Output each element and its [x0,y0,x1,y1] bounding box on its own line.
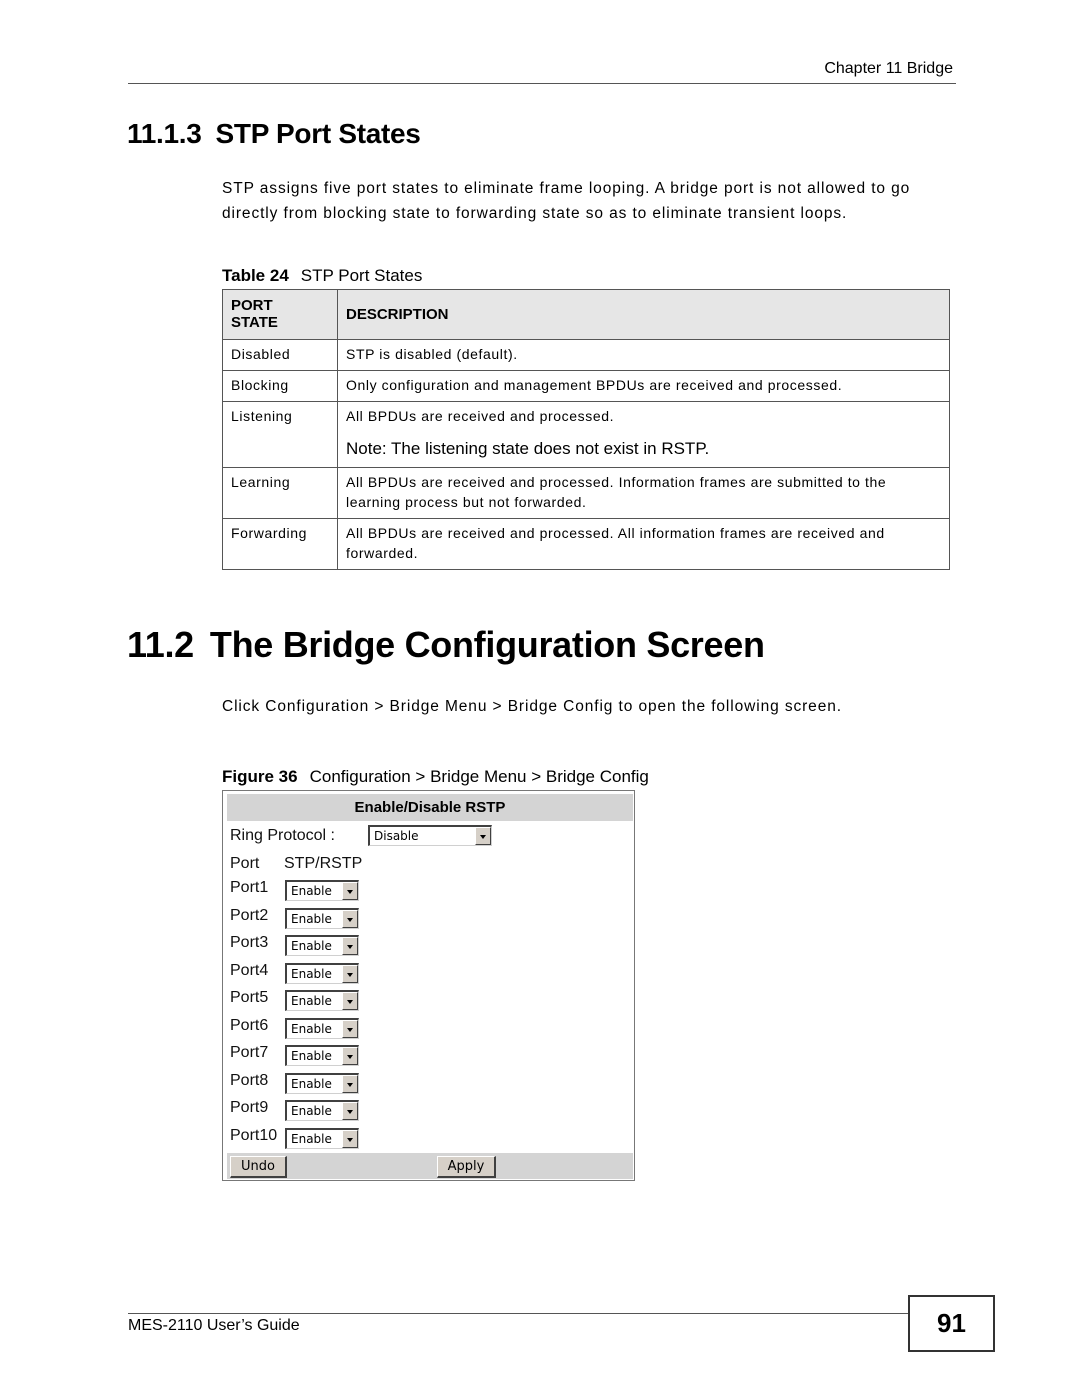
dropdown-arrow-icon[interactable] [342,882,358,900]
cell-state: Forwarding [222,518,338,570]
port-label: Port7 [230,1044,269,1061]
port-label: Port10 [230,1126,278,1144]
section-title: STP Port States [215,118,421,149]
cell-description: Only configuration and management BPDUs … [337,370,950,402]
port-label: Port3 [230,934,269,951]
port-label: Port8 [230,1071,269,1089]
ring-protocol-label: Ring Protocol : [230,827,335,844]
table-header-row: PORT STATE DESCRIPTION [222,289,950,340]
header-port-state-line2: STATE [231,314,278,331]
table-caption: Table 24 STP Port States [222,266,422,286]
port-stp-value: Enable [291,1104,332,1118]
port-stp-value: Enable [291,1049,332,1063]
ring-protocol-value: Disable [374,829,419,843]
port-stp-value: Enable [291,939,332,953]
port-stp-value: Enable [291,994,332,1008]
port-stp-select[interactable]: Enable [285,1100,359,1121]
table-caption-title: STP Port States [300,266,423,285]
footer-guide-title: MES-2110 User’s Guide [128,1317,300,1334]
port-label: Port2 [230,906,269,924]
port-stp-value: Enable [291,966,332,981]
table-caption-label: Table 24 [222,266,289,285]
port-label: Port9 [230,1099,269,1116]
section-heading-bridge-config: 11.2 The Bridge Configuration Screen [127,624,765,666]
header-port-state-line1: PORT [231,297,273,314]
port-stp-select[interactable]: Enable [285,880,359,901]
figure-caption: Figure 36 Configuration > Bridge Menu > B… [222,767,649,787]
cell-description: All BPDUs are received and processed. In… [337,467,950,519]
port-label: Port5 [230,989,269,1006]
column-port-label: Port [230,855,260,872]
dropdown-arrow-icon[interactable] [342,1074,358,1093]
table-row: Forwarding All BPDUs are received and pr… [222,518,950,570]
port-stp-value: Enable [291,1131,332,1146]
dropdown-arrow-icon[interactable] [342,964,358,983]
stp-port-states-table: PORT STATE DESCRIPTION Disabled STP is d… [222,289,950,570]
cell-description: STP is disabled (default). [337,339,950,371]
port-stp-value: Enable [291,1076,332,1091]
figure-caption-label: Figure 36 [222,767,298,786]
port-stp-select[interactable]: Enable [285,907,359,929]
port-stp-value: Enable [291,1021,332,1036]
page-number: 91 [908,1295,995,1352]
port-label: Port4 [230,961,269,979]
header-chapter: Chapter 11 Bridge [824,60,953,77]
port-stp-select[interactable]: Enable [285,962,359,984]
dropdown-arrow-icon[interactable] [342,937,358,955]
dropdown-arrow-icon[interactable] [342,1102,358,1120]
header-rule [128,83,956,84]
bridge-intro-paragraph: Click Configuration > Bridge Menu > Brid… [222,698,842,715]
dropdown-arrow-icon[interactable] [342,1129,358,1148]
table-row: Listening All BPDUs are received and pro… [222,401,950,468]
cell-description-text: All BPDUs are received and processed. [346,408,615,424]
stp-intro-paragraph: STP assigns five port states to eliminat… [222,180,911,222]
cell-state: Listening [222,401,338,468]
section-number: 11.1.3 [127,118,202,149]
listening-note: Note: The listening state does not exist… [346,439,710,458]
port-label: Port6 [230,1016,269,1034]
dropdown-arrow-icon[interactable] [475,827,491,845]
section-title: The Bridge Configuration Screen [209,624,765,665]
section-heading-stp-port-states: 11.1.3 STP Port States [127,118,421,150]
table-row: Blocking Only configuration and manageme… [222,370,950,402]
cell-description: All BPDUs are received and processed. No… [337,401,950,468]
panel-title: Enable/Disable RSTP [227,794,633,821]
port-stp-select[interactable]: Enable [285,1017,359,1039]
port-stp-select[interactable]: Enable [285,990,359,1011]
ring-protocol-select[interactable]: Disable [368,825,492,846]
cell-state: Learning [222,467,338,519]
figure-caption-title: Configuration > Bridge Menu > Bridge Con… [309,767,649,786]
footer-rule [128,1313,908,1314]
apply-button[interactable]: Apply [437,1156,496,1178]
table-row: Disabled STP is disabled (default). [222,339,950,371]
dropdown-arrow-icon[interactable] [342,909,358,928]
cell-state: Blocking [222,370,338,402]
panel-footer: Undo Apply [227,1153,633,1179]
bridge-config-screenshot: Enable/Disable RSTP Ring Protocol : Disa… [222,790,635,1181]
port-label: Port1 [230,879,269,896]
port-stp-value: Enable [291,911,332,926]
header-port-state: PORT STATE [222,289,338,340]
table-row: Learning All BPDUs are received and proc… [222,467,950,519]
cell-state: Disabled [222,339,338,371]
dropdown-arrow-icon[interactable] [342,1019,358,1038]
cell-description: All BPDUs are received and processed. Al… [337,518,950,570]
section-number: 11.2 [127,624,194,665]
port-stp-select[interactable]: Enable [285,1072,359,1094]
port-stp-value: Enable [291,884,332,898]
dropdown-arrow-icon[interactable] [342,992,358,1010]
column-stp-rstp-label: STP/RSTP [284,855,363,872]
port-stp-select[interactable]: Enable [285,1127,359,1149]
port-stp-select[interactable]: Enable [285,935,359,956]
header-description: DESCRIPTION [337,289,950,340]
undo-button[interactable]: Undo [230,1156,287,1178]
port-stp-select[interactable]: Enable [285,1045,359,1066]
dropdown-arrow-icon[interactable] [342,1047,358,1065]
